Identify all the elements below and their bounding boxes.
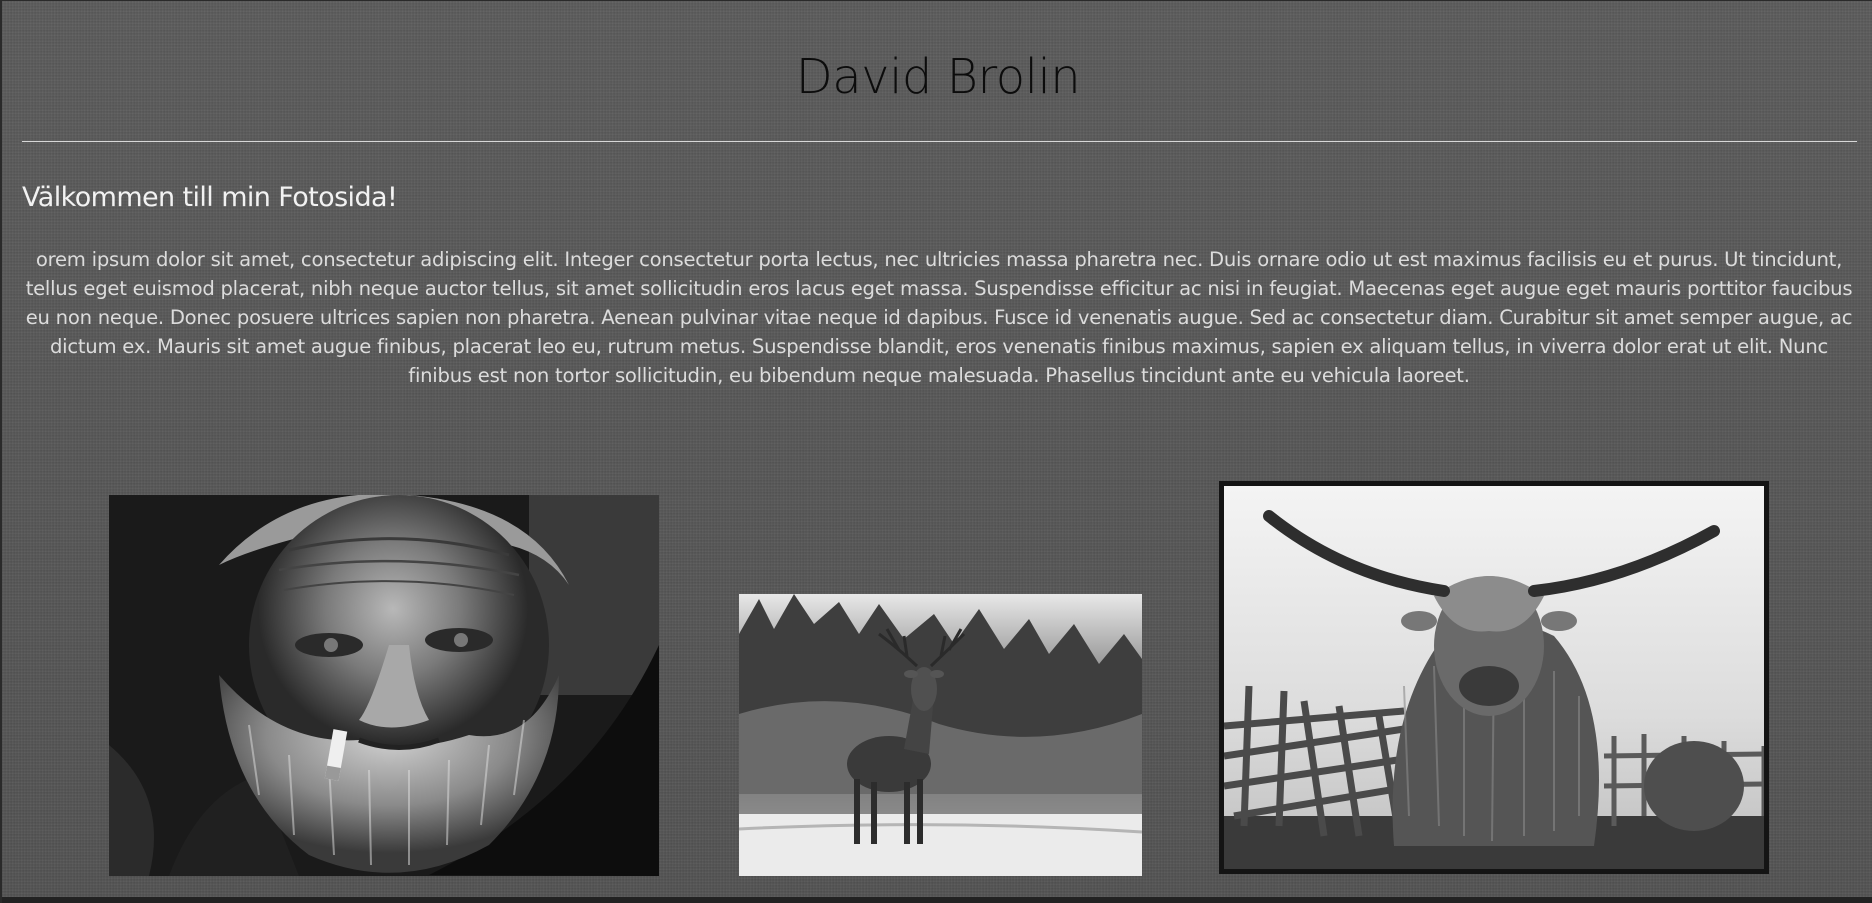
- intro-paragraph: orem ipsum dolor sit amet, consectetur a…: [25, 248, 1853, 387]
- header-divider: [22, 141, 1857, 142]
- page-title: David Brolin: [795, 49, 1081, 105]
- photo-deer[interactable]: [739, 594, 1142, 876]
- photo-highland-cattle[interactable]: [1219, 481, 1769, 874]
- deer-image: [739, 594, 1142, 876]
- welcome-heading: Välkommen till min Fotosida!: [22, 182, 398, 213]
- photo-old-man[interactable]: [109, 495, 659, 876]
- highland-cattle-image: [1224, 486, 1764, 869]
- old-man-image: [109, 495, 659, 876]
- bottom-edge: [2, 897, 1872, 903]
